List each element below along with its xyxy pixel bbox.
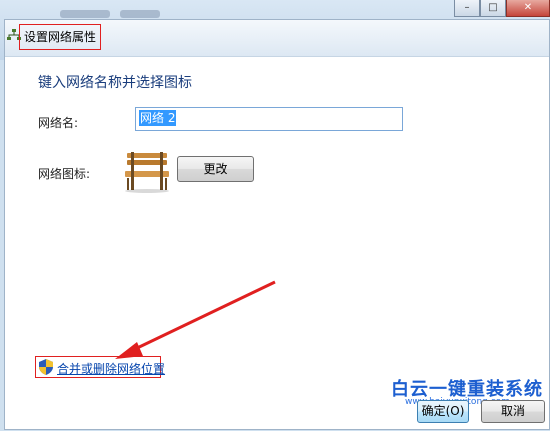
network-icon-label: 网络图标: bbox=[38, 167, 91, 181]
network-name-input[interactable]: 网络 2 bbox=[135, 107, 403, 131]
uac-shield-icon bbox=[39, 359, 53, 375]
merge-delete-locations-link[interactable]: 合并或删除网络位置 bbox=[57, 360, 165, 377]
caption-buttons: – □ ✕ bbox=[454, 0, 550, 18]
background-text bbox=[60, 10, 110, 18]
maximize-button[interactable]: □ bbox=[480, 0, 506, 17]
minimize-button[interactable]: – bbox=[454, 0, 480, 17]
cancel-button[interactable]: 取消 bbox=[481, 400, 545, 423]
ok-button[interactable]: 确定(O) bbox=[417, 400, 469, 423]
network-properties-dialog: 设置网络属性 键入网络名称并选择图标 网络名: 网络 2 网络图标: 更改 合并… bbox=[4, 19, 550, 430]
bench-icon bbox=[125, 152, 169, 193]
dialog-title: 设置网络属性 bbox=[19, 24, 102, 50]
page-heading: 键入网络名称并选择图标 bbox=[38, 75, 192, 91]
close-button[interactable]: ✕ bbox=[506, 0, 550, 17]
dialog-titlebar: 设置网络属性 bbox=[5, 20, 549, 57]
background-text bbox=[120, 10, 160, 18]
network-name-value: 网络 2 bbox=[139, 110, 177, 126]
network-name-label: 网络名: bbox=[38, 116, 79, 130]
change-icon-button[interactable]: 更改 bbox=[177, 156, 254, 182]
